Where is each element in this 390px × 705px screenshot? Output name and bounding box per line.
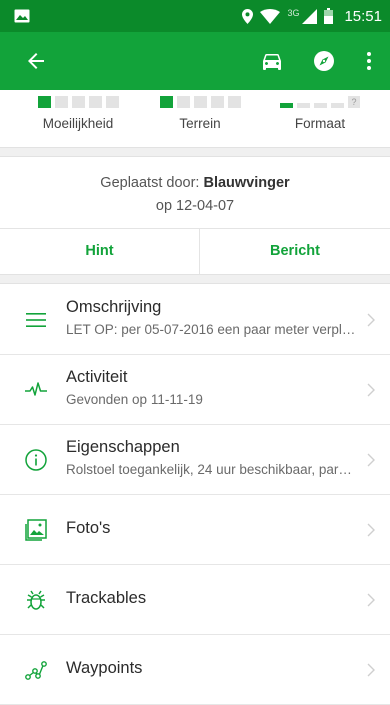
menu-item-photos[interactable]: Foto's [0,495,390,565]
owner-name[interactable]: Blauwvinger [203,175,289,191]
menu-item-activity[interactable]: Activiteit Gevonden op 11-11-19 [0,355,390,425]
menu-item-subtitle: Rolstoel toegankelijk, 24 uur beschikbaa… [66,462,358,477]
detail-menu: Omschrijving LET OP: per 05-07-2016 een … [0,285,390,705]
size-rating: ? Formaat [255,90,385,146]
menu-item-title: Trackables [66,589,147,607]
section-divider [0,147,390,157]
menu-item-attributes[interactable]: Eigenschappen Rolstoel toegankelijk, 24 … [0,425,390,495]
image-notification-icon [14,9,30,23]
menu-item-waypoints[interactable]: Waypoints [0,635,390,705]
terrain-label: Terrein [179,116,221,131]
bug-icon [27,590,45,610]
signal-icon [302,8,318,24]
menu-item-title: Activiteit [66,368,128,386]
image-icon [25,519,47,541]
wifi-icon [260,8,281,24]
placed-date: op 12-04-07 [155,198,235,214]
message-button[interactable]: Bericht [200,229,390,275]
activity-pulse-icon [25,382,47,396]
location-icon [242,8,254,24]
menu-item-subtitle: Gevonden op 11-11-19 [66,392,203,407]
status-time: 15:51 [344,7,382,25]
menu-item-trackables[interactable]: Trackables [0,565,390,635]
battery-icon [324,8,334,24]
app-bar [0,32,390,90]
terrain-rating: Terrein [135,90,265,146]
car-icon[interactable] [260,49,284,73]
ratings-panel: Moeilijkheid Terrein ? Formaat [0,90,390,146]
chevron-right-icon [367,313,375,327]
action-buttons: Hint Bericht [0,228,390,275]
difficulty-label: Moeilijkheid [42,116,114,131]
waypoints-icon [25,661,47,680]
size-bars: ? [255,96,385,108]
difficulty-boxes [13,96,143,108]
placed-by-line: Geplaatst door: Blauwvinger [0,175,390,191]
menu-item-title: Foto's [66,519,111,537]
menu-item-title: Eigenschappen [66,438,180,456]
menu-item-title: Omschrijving [66,298,162,316]
chevron-right-icon [367,593,375,607]
chevron-right-icon [367,523,375,537]
menu-item-title: Waypoints [66,659,143,677]
placed-by-prefix: Geplaatst door: [100,175,204,191]
difficulty-rating: Moeilijkheid [13,90,143,146]
placed-by-section: Geplaatst door: Blauwvinger op 12-04-07 [0,158,390,228]
more-vert-icon[interactable] [357,49,381,73]
network-type-label: 3G [287,8,300,18]
status-bar: 3G 15:51 [0,0,390,32]
menu-item-description[interactable]: Omschrijving LET OP: per 05-07-2016 een … [0,285,390,355]
info-icon [25,449,47,471]
hint-button[interactable]: Hint [0,229,199,275]
size-label: Formaat [294,116,346,131]
menu-item-subtitle: LET OP: per 05-07-2016 een paar meter ve… [66,322,358,337]
terrain-boxes [135,96,265,108]
back-arrow-icon[interactable] [24,49,48,73]
menu-lines-icon [26,313,46,327]
chevron-right-icon [367,663,375,677]
compass-icon[interactable] [312,49,336,73]
chevron-right-icon [367,383,375,397]
section-divider [0,274,390,284]
chevron-right-icon [367,453,375,467]
